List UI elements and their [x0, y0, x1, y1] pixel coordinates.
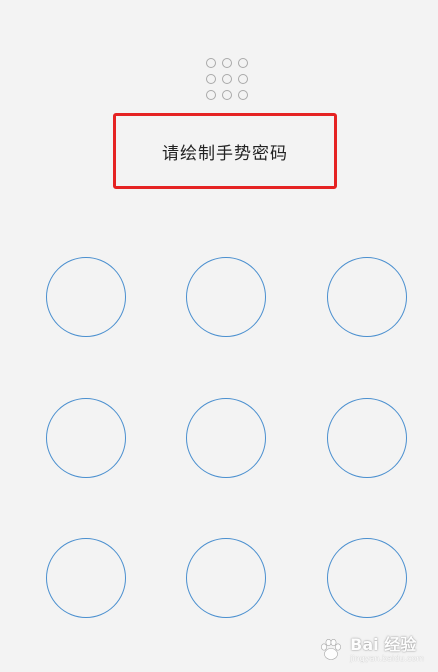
gesture-node-7[interactable] — [46, 538, 126, 618]
watermark-brand: Bai 经验 — [350, 635, 417, 654]
prompt-highlight-box: 请绘制手势密码 — [113, 113, 337, 189]
baidu-watermark: Bai 经验 jingyan.baidu.com — [318, 636, 424, 664]
gesture-node-6[interactable] — [327, 398, 407, 478]
preview-dot — [238, 58, 248, 68]
gesture-node-3[interactable] — [327, 257, 407, 337]
gesture-node-9[interactable] — [327, 538, 407, 618]
preview-dot — [206, 58, 216, 68]
preview-dot — [206, 74, 216, 84]
preview-dot — [238, 74, 248, 84]
watermark-url: jingyan.baidu.com — [350, 654, 424, 663]
preview-dot — [222, 90, 232, 100]
gesture-node-1[interactable] — [46, 257, 126, 337]
pattern-preview-icon — [206, 58, 248, 100]
preview-dot — [238, 90, 248, 100]
gesture-node-2[interactable] — [186, 257, 266, 337]
preview-dot — [222, 58, 232, 68]
gesture-node-4[interactable] — [46, 398, 126, 478]
prompt-text: 请绘制手势密码 — [162, 143, 288, 164]
gesture-node-8[interactable] — [186, 538, 266, 618]
gesture-node-5[interactable] — [186, 398, 266, 478]
preview-dot — [206, 90, 216, 100]
baidu-paw-icon — [321, 638, 342, 660]
preview-dot — [222, 74, 232, 84]
